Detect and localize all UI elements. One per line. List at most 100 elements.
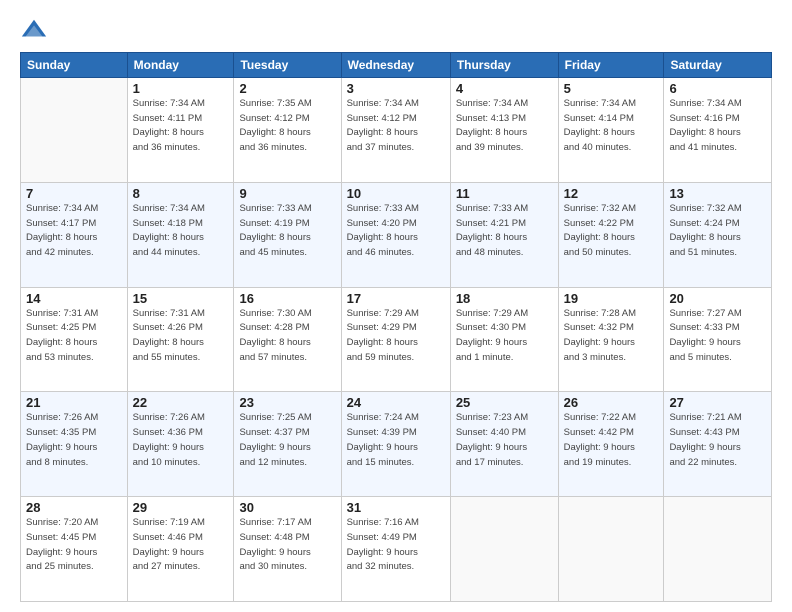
day-info: Sunrise: 7:33 AM Sunset: 4:20 PM Dayligh… bbox=[347, 202, 445, 261]
calendar-cell bbox=[450, 497, 558, 602]
day-info: Sunrise: 7:33 AM Sunset: 4:19 PM Dayligh… bbox=[239, 202, 335, 261]
day-info: Sunrise: 7:26 AM Sunset: 4:36 PM Dayligh… bbox=[133, 411, 229, 470]
calendar-cell: 13Sunrise: 7:32 AM Sunset: 4:24 PM Dayli… bbox=[664, 182, 772, 287]
calendar-week-row: 14Sunrise: 7:31 AM Sunset: 4:25 PM Dayli… bbox=[21, 287, 772, 392]
calendar-cell: 23Sunrise: 7:25 AM Sunset: 4:37 PM Dayli… bbox=[234, 392, 341, 497]
day-info: Sunrise: 7:34 AM Sunset: 4:16 PM Dayligh… bbox=[669, 97, 766, 156]
header bbox=[20, 16, 772, 44]
calendar-cell: 7Sunrise: 7:34 AM Sunset: 4:17 PM Daylig… bbox=[21, 182, 128, 287]
day-number: 30 bbox=[239, 500, 335, 515]
day-info: Sunrise: 7:29 AM Sunset: 4:30 PM Dayligh… bbox=[456, 307, 553, 366]
day-info: Sunrise: 7:34 AM Sunset: 4:17 PM Dayligh… bbox=[26, 202, 122, 261]
day-info: Sunrise: 7:33 AM Sunset: 4:21 PM Dayligh… bbox=[456, 202, 553, 261]
day-number: 20 bbox=[669, 291, 766, 306]
day-info: Sunrise: 7:23 AM Sunset: 4:40 PM Dayligh… bbox=[456, 411, 553, 470]
day-number: 31 bbox=[347, 500, 445, 515]
day-number: 6 bbox=[669, 81, 766, 96]
day-info: Sunrise: 7:34 AM Sunset: 4:18 PM Dayligh… bbox=[133, 202, 229, 261]
day-number: 26 bbox=[564, 395, 659, 410]
calendar-cell: 18Sunrise: 7:29 AM Sunset: 4:30 PM Dayli… bbox=[450, 287, 558, 392]
day-number: 19 bbox=[564, 291, 659, 306]
day-number: 3 bbox=[347, 81, 445, 96]
day-number: 10 bbox=[347, 186, 445, 201]
calendar-cell bbox=[558, 497, 664, 602]
day-number: 1 bbox=[133, 81, 229, 96]
day-number: 11 bbox=[456, 186, 553, 201]
day-number: 28 bbox=[26, 500, 122, 515]
calendar-header-row: SundayMondayTuesdayWednesdayThursdayFrid… bbox=[21, 53, 772, 78]
day-number: 4 bbox=[456, 81, 553, 96]
calendar-cell: 16Sunrise: 7:30 AM Sunset: 4:28 PM Dayli… bbox=[234, 287, 341, 392]
calendar-cell: 15Sunrise: 7:31 AM Sunset: 4:26 PM Dayli… bbox=[127, 287, 234, 392]
calendar-week-row: 1Sunrise: 7:34 AM Sunset: 4:11 PM Daylig… bbox=[21, 78, 772, 183]
calendar-cell: 27Sunrise: 7:21 AM Sunset: 4:43 PM Dayli… bbox=[664, 392, 772, 497]
calendar-cell: 21Sunrise: 7:26 AM Sunset: 4:35 PM Dayli… bbox=[21, 392, 128, 497]
calendar-cell: 12Sunrise: 7:32 AM Sunset: 4:22 PM Dayli… bbox=[558, 182, 664, 287]
calendar-cell: 14Sunrise: 7:31 AM Sunset: 4:25 PM Dayli… bbox=[21, 287, 128, 392]
day-number: 22 bbox=[133, 395, 229, 410]
day-number: 7 bbox=[26, 186, 122, 201]
calendar-cell: 26Sunrise: 7:22 AM Sunset: 4:42 PM Dayli… bbox=[558, 392, 664, 497]
day-number: 13 bbox=[669, 186, 766, 201]
day-number: 5 bbox=[564, 81, 659, 96]
day-number: 18 bbox=[456, 291, 553, 306]
logo bbox=[20, 16, 52, 44]
day-info: Sunrise: 7:34 AM Sunset: 4:12 PM Dayligh… bbox=[347, 97, 445, 156]
calendar-cell: 29Sunrise: 7:19 AM Sunset: 4:46 PM Dayli… bbox=[127, 497, 234, 602]
calendar-cell bbox=[21, 78, 128, 183]
day-number: 21 bbox=[26, 395, 122, 410]
day-info: Sunrise: 7:34 AM Sunset: 4:13 PM Dayligh… bbox=[456, 97, 553, 156]
calendar-cell: 31Sunrise: 7:16 AM Sunset: 4:49 PM Dayli… bbox=[341, 497, 450, 602]
day-info: Sunrise: 7:19 AM Sunset: 4:46 PM Dayligh… bbox=[133, 516, 229, 575]
day-number: 12 bbox=[564, 186, 659, 201]
day-number: 15 bbox=[133, 291, 229, 306]
day-info: Sunrise: 7:29 AM Sunset: 4:29 PM Dayligh… bbox=[347, 307, 445, 366]
day-info: Sunrise: 7:28 AM Sunset: 4:32 PM Dayligh… bbox=[564, 307, 659, 366]
day-number: 24 bbox=[347, 395, 445, 410]
calendar-cell: 17Sunrise: 7:29 AM Sunset: 4:29 PM Dayli… bbox=[341, 287, 450, 392]
calendar-cell: 2Sunrise: 7:35 AM Sunset: 4:12 PM Daylig… bbox=[234, 78, 341, 183]
day-info: Sunrise: 7:31 AM Sunset: 4:26 PM Dayligh… bbox=[133, 307, 229, 366]
day-info: Sunrise: 7:21 AM Sunset: 4:43 PM Dayligh… bbox=[669, 411, 766, 470]
calendar-header-wednesday: Wednesday bbox=[341, 53, 450, 78]
day-number: 25 bbox=[456, 395, 553, 410]
day-info: Sunrise: 7:16 AM Sunset: 4:49 PM Dayligh… bbox=[347, 516, 445, 575]
calendar-week-row: 21Sunrise: 7:26 AM Sunset: 4:35 PM Dayli… bbox=[21, 392, 772, 497]
day-info: Sunrise: 7:32 AM Sunset: 4:22 PM Dayligh… bbox=[564, 202, 659, 261]
day-info: Sunrise: 7:20 AM Sunset: 4:45 PM Dayligh… bbox=[26, 516, 122, 575]
calendar-week-row: 7Sunrise: 7:34 AM Sunset: 4:17 PM Daylig… bbox=[21, 182, 772, 287]
calendar-cell: 22Sunrise: 7:26 AM Sunset: 4:36 PM Dayli… bbox=[127, 392, 234, 497]
calendar-cell: 4Sunrise: 7:34 AM Sunset: 4:13 PM Daylig… bbox=[450, 78, 558, 183]
day-info: Sunrise: 7:24 AM Sunset: 4:39 PM Dayligh… bbox=[347, 411, 445, 470]
calendar-cell: 1Sunrise: 7:34 AM Sunset: 4:11 PM Daylig… bbox=[127, 78, 234, 183]
day-number: 14 bbox=[26, 291, 122, 306]
calendar-header-monday: Monday bbox=[127, 53, 234, 78]
page: SundayMondayTuesdayWednesdayThursdayFrid… bbox=[0, 0, 792, 612]
logo-icon bbox=[20, 16, 48, 44]
calendar-cell: 24Sunrise: 7:24 AM Sunset: 4:39 PM Dayli… bbox=[341, 392, 450, 497]
calendar-cell: 28Sunrise: 7:20 AM Sunset: 4:45 PM Dayli… bbox=[21, 497, 128, 602]
calendar-cell: 19Sunrise: 7:28 AM Sunset: 4:32 PM Dayli… bbox=[558, 287, 664, 392]
day-info: Sunrise: 7:30 AM Sunset: 4:28 PM Dayligh… bbox=[239, 307, 335, 366]
day-number: 9 bbox=[239, 186, 335, 201]
calendar-cell: 5Sunrise: 7:34 AM Sunset: 4:14 PM Daylig… bbox=[558, 78, 664, 183]
calendar-cell: 10Sunrise: 7:33 AM Sunset: 4:20 PM Dayli… bbox=[341, 182, 450, 287]
calendar-week-row: 28Sunrise: 7:20 AM Sunset: 4:45 PM Dayli… bbox=[21, 497, 772, 602]
calendar-header-sunday: Sunday bbox=[21, 53, 128, 78]
calendar-cell: 30Sunrise: 7:17 AM Sunset: 4:48 PM Dayli… bbox=[234, 497, 341, 602]
calendar-cell: 25Sunrise: 7:23 AM Sunset: 4:40 PM Dayli… bbox=[450, 392, 558, 497]
calendar-cell: 8Sunrise: 7:34 AM Sunset: 4:18 PM Daylig… bbox=[127, 182, 234, 287]
day-number: 2 bbox=[239, 81, 335, 96]
calendar-header-tuesday: Tuesday bbox=[234, 53, 341, 78]
day-info: Sunrise: 7:31 AM Sunset: 4:25 PM Dayligh… bbox=[26, 307, 122, 366]
day-number: 27 bbox=[669, 395, 766, 410]
day-info: Sunrise: 7:34 AM Sunset: 4:14 PM Dayligh… bbox=[564, 97, 659, 156]
day-info: Sunrise: 7:32 AM Sunset: 4:24 PM Dayligh… bbox=[669, 202, 766, 261]
calendar-header-saturday: Saturday bbox=[664, 53, 772, 78]
day-number: 17 bbox=[347, 291, 445, 306]
day-info: Sunrise: 7:25 AM Sunset: 4:37 PM Dayligh… bbox=[239, 411, 335, 470]
day-info: Sunrise: 7:26 AM Sunset: 4:35 PM Dayligh… bbox=[26, 411, 122, 470]
day-info: Sunrise: 7:35 AM Sunset: 4:12 PM Dayligh… bbox=[239, 97, 335, 156]
calendar-header-friday: Friday bbox=[558, 53, 664, 78]
calendar-cell: 9Sunrise: 7:33 AM Sunset: 4:19 PM Daylig… bbox=[234, 182, 341, 287]
